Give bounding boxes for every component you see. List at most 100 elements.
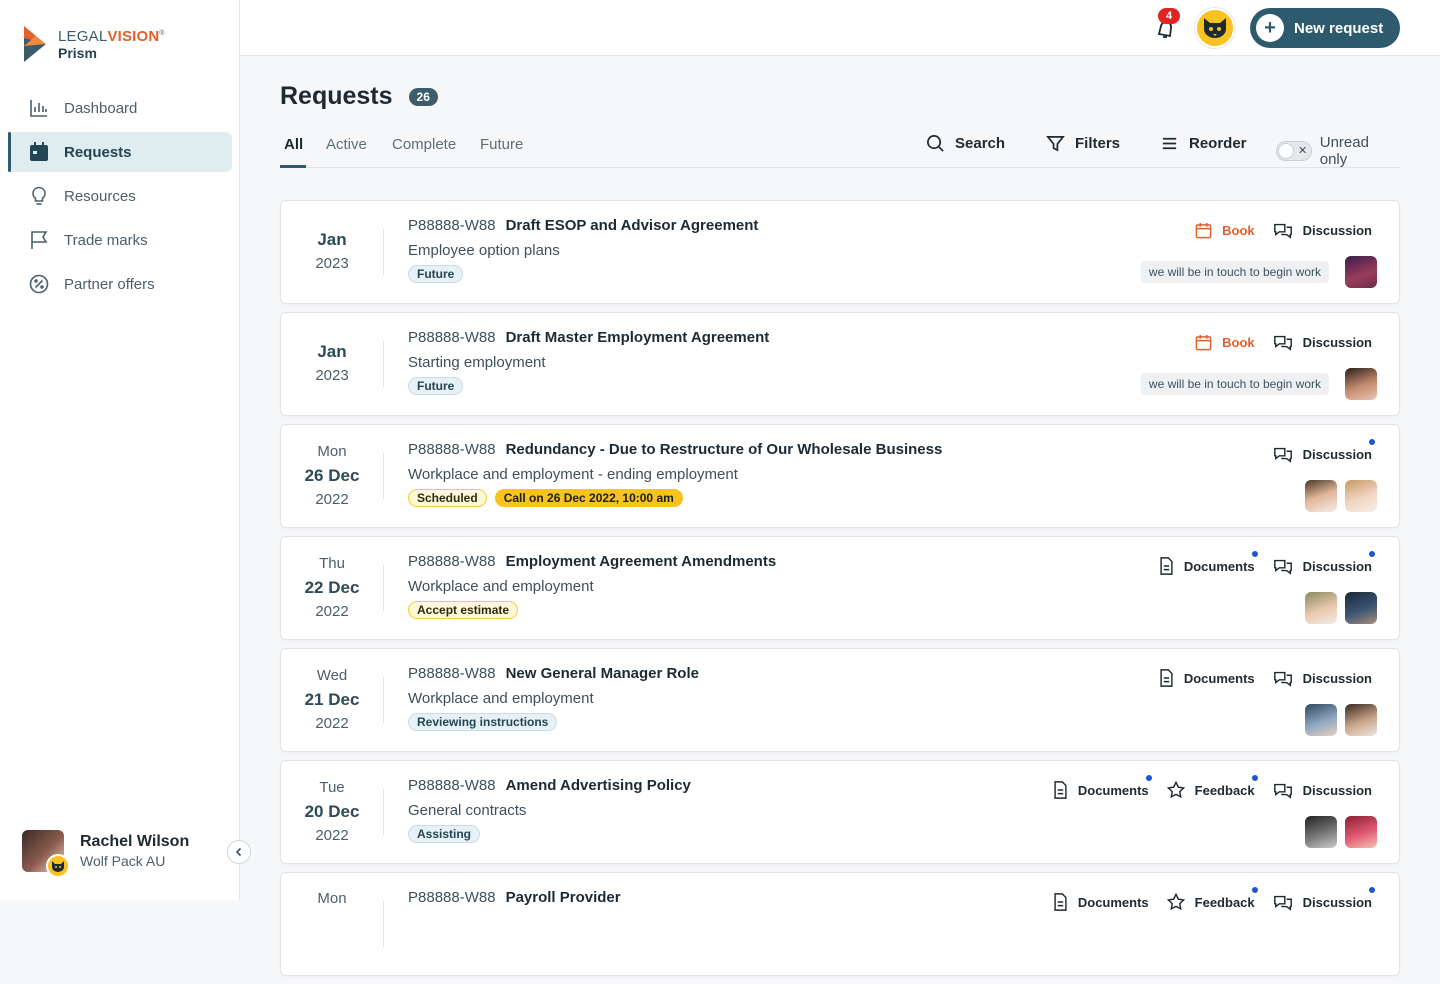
wolf-icon — [1204, 18, 1226, 38]
request-card[interactable]: Wed 21 Dec 2022 P88888-W88 New General Ma… — [280, 648, 1400, 752]
unread-dot — [1251, 887, 1258, 893]
request-actions: Book Discussion — [1177, 333, 1372, 351]
status-note: we will be in touch to begin work — [1140, 373, 1329, 395]
request-card[interactable]: Jan 2023 P88888-W88 Draft Master Employme… — [280, 312, 1400, 416]
avatar — [1345, 816, 1377, 848]
sidebar-item-partner-offers[interactable]: Partner offers — [8, 264, 232, 304]
date-year: 2022 — [315, 827, 349, 844]
collapse-sidebar-button[interactable] — [227, 840, 251, 864]
lightbulb-icon — [28, 185, 50, 207]
tab-active[interactable]: Active — [326, 136, 367, 153]
request-card[interactable]: Thu 22 Dec 2022 P88888-W88 Employment Agr… — [280, 536, 1400, 640]
discussion-label: Discussion — [1302, 894, 1372, 910]
request-category: General contracts — [408, 802, 527, 819]
date-day: 21 Dec — [304, 690, 360, 709]
discussion-button[interactable]: Discussion — [1273, 669, 1372, 687]
discussion-label: Discussion — [1302, 782, 1372, 798]
discussion-button[interactable]: Discussion — [1273, 781, 1372, 799]
document-icon — [1160, 669, 1173, 687]
unread-dot — [1369, 439, 1375, 445]
request-card[interactable]: Mon 26 Dec 2022 P88888-W88 Redundancy - D… — [280, 424, 1400, 528]
sidebar: LEGALVISION® Prism Dashboard Requests Re… — [0, 0, 251, 900]
book-button[interactable]: Book — [1195, 334, 1255, 351]
sidebar-item-dashboard[interactable]: Dashboard — [8, 88, 232, 128]
request-ref: P88888-W88 — [408, 889, 496, 906]
feedback-label: Feedback — [1194, 782, 1255, 798]
page-title-text: Requests — [280, 82, 393, 110]
book-button[interactable]: Book — [1195, 222, 1255, 239]
sidebar-item-requests[interactable]: Requests — [8, 132, 232, 172]
request-card[interactable]: Jan 2023 P88888-W88 Draft ESOP and Adviso… — [280, 200, 1400, 304]
search-icon — [927, 135, 944, 152]
avatar — [1305, 704, 1337, 736]
request-actions: Discussion — [1255, 439, 1375, 463]
request-card[interactable]: Mon P88888-W88 Payroll Provider Documents… — [280, 872, 1400, 976]
sidebar-item-resources[interactable]: Resources — [8, 176, 232, 216]
divider — [383, 341, 384, 387]
feedback-button[interactable]: Feedback — [1166, 887, 1258, 911]
discussion-label: Discussion — [1302, 670, 1372, 686]
date-weekday: Tue — [319, 779, 345, 796]
avatar — [1345, 368, 1377, 400]
search-button[interactable]: Search — [926, 134, 1005, 153]
documents-button[interactable]: Documents — [1053, 775, 1152, 799]
discussion-button[interactable]: Discussion — [1273, 551, 1375, 575]
request-info: P88888-W88 Amend Advertising Policy Gener… — [408, 777, 691, 843]
status-badge: Reviewing instructions — [408, 713, 558, 731]
documents-button[interactable]: Documents — [1159, 551, 1258, 575]
team-avatar[interactable] — [1195, 8, 1235, 48]
date-year: 2023 — [315, 255, 349, 272]
discussion-button[interactable]: Discussion — [1273, 887, 1375, 911]
brand-wordmark: LEGALVISION® — [58, 27, 165, 45]
documents-label: Documents — [1183, 670, 1255, 686]
request-title: Employment Agreement Amendments — [505, 553, 777, 570]
document-icon — [1054, 781, 1067, 799]
date-weekday: Thu — [319, 555, 345, 572]
tab-all[interactable]: All — [284, 136, 303, 153]
discussion-button[interactable]: Discussion — [1273, 333, 1372, 351]
user-profile[interactable]: Rachel Wilson Wolf Pack AU — [22, 830, 189, 878]
request-card[interactable]: Tue 20 Dec 2022 P88888-W88 Amend Advertis… — [280, 760, 1400, 864]
reorder-button[interactable]: Reorder — [1160, 134, 1247, 153]
divider — [383, 453, 384, 499]
status-badge: Scheduled — [408, 489, 487, 507]
unread-dot — [1145, 775, 1152, 781]
flag-icon — [28, 229, 50, 251]
chat-bubbles-icon — [1273, 223, 1292, 239]
status-badge: Future — [408, 377, 464, 395]
call-time-badge: Call on 26 Dec 2022, 10:00 am — [494, 489, 683, 507]
book-label: Book — [1222, 222, 1255, 238]
user-org: Wolf Pack AU — [80, 853, 166, 869]
tab-complete[interactable]: Complete — [392, 136, 456, 153]
avatar — [1345, 592, 1377, 624]
request-date: Tue 20 Dec 2022 — [281, 761, 383, 863]
new-request-button[interactable]: + New request — [1250, 8, 1400, 48]
brand-logo[interactable]: LEGALVISION® Prism — [22, 24, 165, 64]
chat-bubbles-icon — [1273, 335, 1292, 351]
request-ref: P88888-W88 — [408, 553, 496, 570]
chevron-left-icon — [235, 847, 242, 857]
calendar-icon — [1195, 222, 1212, 238]
brand-prefix: LEGAL — [58, 27, 108, 45]
close-icon: ✕ — [1298, 145, 1308, 157]
request-category: Workplace and employment — [408, 578, 594, 595]
divider — [383, 901, 384, 947]
documents-button[interactable]: Documents — [1053, 893, 1149, 911]
feedback-button[interactable]: Feedback — [1166, 775, 1258, 799]
tab-future[interactable]: Future — [480, 136, 523, 153]
avatar — [1305, 480, 1337, 512]
avatar — [1345, 256, 1377, 288]
request-title: Draft ESOP and Advisor Agreement — [505, 217, 759, 234]
date-day: 20 Dec — [304, 802, 360, 821]
documents-button[interactable]: Documents — [1159, 669, 1255, 687]
avatar — [1305, 592, 1337, 624]
sidebar-item-label: Partner offers — [64, 275, 155, 293]
unread-only-toggle[interactable]: ✕ — [1276, 141, 1312, 161]
request-count-badge: 26 — [408, 87, 438, 106]
request-info: P88888-W88 Payroll Provider — [408, 889, 621, 906]
discussion-button[interactable]: Discussion — [1273, 439, 1375, 463]
sidebar-item-trade-marks[interactable]: Trade marks — [8, 220, 232, 260]
filters-button[interactable]: Filters — [1046, 134, 1120, 153]
request-info: P88888-W88 Draft Master Employment Agreem… — [408, 329, 769, 395]
discussion-button[interactable]: Discussion — [1273, 221, 1372, 239]
